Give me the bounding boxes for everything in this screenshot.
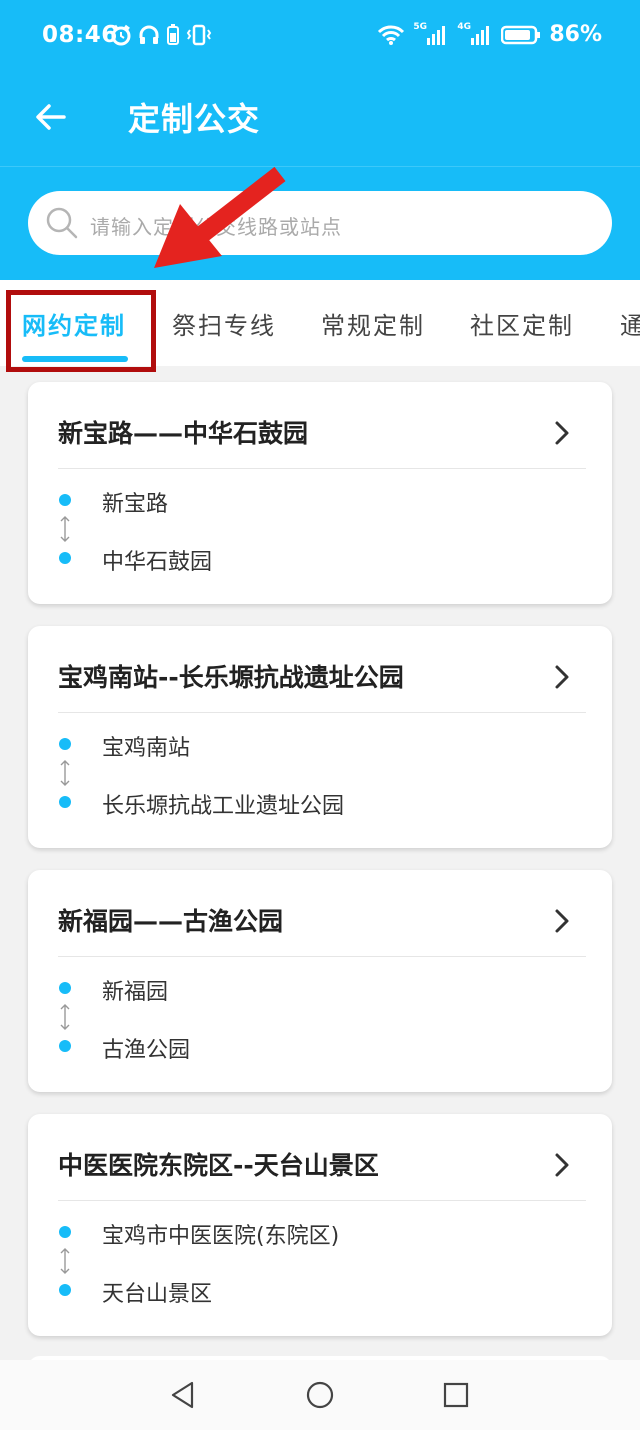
battery-icon bbox=[501, 25, 541, 44]
chevron-right-icon bbox=[555, 421, 569, 445]
headphones-icon bbox=[139, 25, 159, 44]
search-icon bbox=[46, 207, 78, 239]
origin-stop: 宝鸡南站 bbox=[102, 736, 191, 761]
status-time: 08:46 bbox=[42, 22, 118, 48]
triangle-back-icon[interactable] bbox=[168, 1380, 198, 1410]
chevron-right-icon bbox=[555, 1153, 569, 1177]
search-area: 请输入定制公交线路或站点 bbox=[0, 166, 640, 281]
route-card[interactable]: 中医医院东院区--天台山景区 宝鸡市中医医院(东院区) 天台山景区 bbox=[28, 1114, 612, 1336]
route-card[interactable]: 新宝路——中华石鼓园 新宝路 中华石鼓园 bbox=[28, 382, 612, 604]
tab-tong[interactable]: 通 bbox=[620, 306, 640, 341]
swap-arrows-icon bbox=[60, 1248, 70, 1274]
wifi-icon bbox=[378, 25, 405, 45]
search-input[interactable]: 请输入定制公交线路或站点 bbox=[28, 191, 612, 255]
destination-dot-icon bbox=[59, 1284, 71, 1296]
destination-dot-icon bbox=[59, 1040, 71, 1052]
chevron-right-icon bbox=[555, 909, 569, 933]
origin-stop: 宝鸡市中医医院(东院区) bbox=[102, 1224, 340, 1249]
destination-stop: 中华石鼓园 bbox=[102, 550, 213, 575]
alarm-icon bbox=[111, 24, 131, 46]
destination-dot-icon bbox=[59, 552, 71, 564]
origin-dot-icon bbox=[59, 494, 71, 506]
battery-percent: 86% bbox=[549, 22, 602, 47]
vibrate-icon bbox=[186, 24, 212, 46]
route-card[interactable]: 新福园——古渔公园 新福园 古渔公园 bbox=[28, 870, 612, 1092]
status-bar: 08:46 5G 4G 86% bbox=[0, 0, 640, 76]
route-card[interactable]: 宝鸡南站--长乐塬抗战遗址公园 宝鸡南站 长乐塬抗战工业遗址公园 bbox=[28, 626, 612, 848]
destination-stop: 长乐塬抗战工业遗址公园 bbox=[102, 794, 345, 819]
origin-dot-icon bbox=[59, 982, 71, 994]
destination-stop: 天台山景区 bbox=[102, 1282, 213, 1307]
origin-dot-icon bbox=[59, 1226, 71, 1238]
tab-changgui[interactable]: 常规定制 bbox=[321, 306, 425, 341]
signal-4g-icon bbox=[471, 25, 490, 45]
square-recents-icon[interactable] bbox=[441, 1380, 471, 1410]
route-title: 中医医院东院区--天台山景区 bbox=[58, 1151, 379, 1180]
annotation-highlight-box bbox=[6, 290, 156, 372]
swap-arrows-icon bbox=[60, 516, 70, 542]
destination-dot-icon bbox=[59, 796, 71, 808]
signal-5g-icon bbox=[427, 25, 446, 45]
swap-arrows-icon bbox=[60, 1004, 70, 1030]
app-bar: 定制公交 bbox=[0, 76, 640, 166]
route-title: 新福园——古渔公园 bbox=[58, 907, 284, 936]
annotation-arrow-icon bbox=[154, 166, 286, 268]
circle-home-icon[interactable] bbox=[305, 1380, 335, 1410]
divider bbox=[58, 468, 586, 469]
swap-arrows-icon bbox=[60, 760, 70, 786]
origin-stop: 新福园 bbox=[102, 980, 169, 1005]
destination-stop: 古渔公园 bbox=[102, 1038, 191, 1063]
page-title: 定制公交 bbox=[128, 100, 261, 138]
divider bbox=[58, 956, 586, 957]
battery-small-icon bbox=[167, 24, 179, 45]
route-title: 新宝路——中华石鼓园 bbox=[58, 419, 309, 448]
divider bbox=[58, 1200, 586, 1201]
route-title: 宝鸡南站--长乐塬抗战遗址公园 bbox=[58, 663, 404, 692]
divider bbox=[58, 712, 586, 713]
chevron-right-icon bbox=[555, 665, 569, 689]
tab-jisao[interactable]: 祭扫专线 bbox=[172, 306, 276, 341]
system-nav-bar bbox=[0, 1360, 640, 1430]
signal-4g: 4G bbox=[457, 22, 493, 46]
origin-stop: 新宝路 bbox=[102, 492, 169, 517]
status-icons-left bbox=[110, 24, 212, 46]
origin-dot-icon bbox=[59, 738, 71, 750]
signal-5g: 5G bbox=[413, 22, 449, 46]
status-icons-right: 5G 4G 86% bbox=[377, 22, 602, 47]
tab-shequ[interactable]: 社区定制 bbox=[470, 306, 574, 341]
arrow-left-icon[interactable] bbox=[34, 100, 68, 134]
